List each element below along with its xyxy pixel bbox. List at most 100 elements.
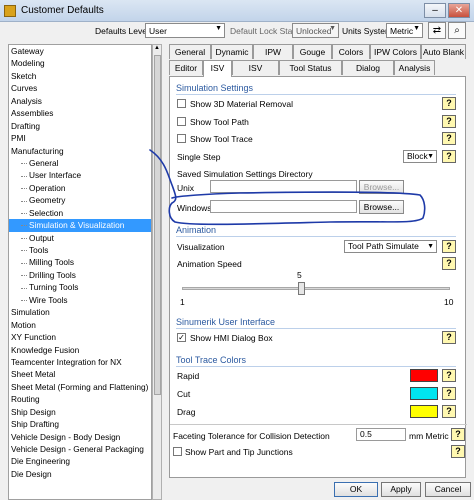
tree-item[interactable]: Operation — [9, 182, 151, 194]
help-icon[interactable]: ? — [451, 445, 465, 458]
help-icon[interactable]: ? — [442, 387, 456, 400]
section-divider — [170, 424, 467, 425]
help-icon[interactable]: ? — [442, 97, 456, 110]
help-icon[interactable]: ? — [442, 115, 456, 128]
close-button[interactable]: ✕ — [448, 3, 470, 18]
tree-item[interactable]: Milling Tools — [9, 256, 151, 268]
tree-item[interactable]: Die Design — [9, 468, 151, 480]
help-icon[interactable]: ? — [442, 150, 456, 163]
tree-item[interactable]: Geometry — [9, 194, 151, 206]
tab-colors[interactable]: Colors — [332, 44, 370, 59]
help-icon[interactable]: ? — [442, 132, 456, 145]
animation-speed-slider-thumb[interactable] — [297, 282, 305, 295]
windows-browse-button[interactable]: Browse... — [359, 200, 404, 214]
unix-path-field[interactable] — [210, 180, 357, 193]
unix-browse-button[interactable]: Browse... — [359, 180, 404, 194]
tree-item[interactable]: XY Function — [9, 331, 151, 343]
animation-speed-slider-track[interactable] — [182, 287, 450, 290]
tab-ipw-colors[interactable]: IPW Colors — [370, 44, 421, 59]
cut-color-swatch[interactable] — [410, 387, 438, 400]
tree-item[interactable]: Curves — [9, 82, 151, 94]
tree-item[interactable]: Manufacturing — [9, 145, 151, 157]
show-tool-path-checkbox[interactable] — [177, 117, 186, 126]
defaults-level-select[interactable]: User ▼ — [145, 23, 225, 38]
import-export-icon[interactable]: ⇄ — [428, 22, 446, 39]
tab-auto-blank[interactable]: Auto Blank — [421, 44, 466, 59]
tree-item[interactable]: Turning Tools — [9, 281, 151, 293]
tree-item[interactable]: Modeling — [9, 57, 151, 69]
visualization-select[interactable]: Tool Path Simulate ▼ — [344, 240, 437, 253]
isv-panel: Simulation Settings Show 3D Material Rem… — [169, 76, 467, 478]
defaults-level-value: User — [149, 26, 167, 36]
single-step-select[interactable]: Block ▼ — [403, 150, 437, 163]
faceting-tolerance-field[interactable]: 0.5 — [356, 428, 406, 441]
tree-item[interactable]: Simulation & Visualization — [9, 219, 151, 232]
tree-item[interactable]: Sketch — [9, 70, 151, 82]
tree-item[interactable]: Ship Drafting — [9, 418, 151, 430]
find-icon[interactable]: ⌕ — [448, 22, 466, 39]
saved-dir-label: Saved Simulation Settings Directory — [177, 169, 313, 179]
section-divider — [176, 94, 456, 95]
help-icon[interactable]: ? — [442, 240, 456, 253]
windows-path-field[interactable] — [210, 200, 357, 213]
help-icon[interactable]: ? — [442, 369, 456, 382]
tree-item[interactable]: Vehicle Design - Body Design — [9, 431, 151, 443]
tree-item[interactable]: Wire Tools — [9, 294, 151, 306]
tree-item[interactable]: Die Engineering — [9, 455, 151, 467]
drag-color-swatch[interactable] — [410, 405, 438, 418]
tree-scrollbar[interactable]: ▲ — [152, 44, 162, 500]
defaults-level-label: Defaults Level — [95, 26, 149, 36]
tab-ipw[interactable]: IPW — [253, 44, 293, 59]
tree-item[interactable]: Analysis — [9, 95, 151, 107]
show-part-tip-checkbox[interactable] — [173, 447, 182, 456]
tree-item[interactable]: General — [9, 157, 151, 169]
minimize-button[interactable]: – — [424, 3, 446, 18]
tree-item[interactable]: Knowledge Fusion — [9, 344, 151, 356]
tree-item[interactable]: Sheet Metal (Forming and Flattening) — [9, 381, 151, 393]
tree-item[interactable]: Simulation — [9, 306, 151, 318]
tree-item[interactable]: Motion — [9, 319, 151, 331]
tab-dialog-boxes[interactable]: Dialog Boxes — [342, 60, 394, 87]
tab-gouge[interactable]: Gouge — [293, 44, 332, 59]
tree-item[interactable]: Selection — [9, 207, 151, 219]
apply-button[interactable]: Apply — [381, 482, 421, 497]
lock-state-select[interactable]: Unlocked ▼ — [292, 23, 339, 38]
tree-item[interactable]: Drafting — [9, 120, 151, 132]
tab-isv[interactable]: ISV — [203, 60, 232, 77]
tree-item[interactable]: Routing — [9, 393, 151, 405]
tree-item[interactable]: PMI — [9, 132, 151, 144]
tree-item[interactable]: Ship Design — [9, 406, 151, 418]
tree-item[interactable]: Sheet Metal — [9, 368, 151, 380]
tree-item[interactable]: Vehicle Design - General Packaging — [9, 443, 151, 455]
tree-item[interactable]: Gateway — [9, 45, 151, 57]
units-system-select[interactable]: Metric ▼ — [386, 23, 423, 38]
help-icon[interactable]: ? — [451, 428, 465, 441]
tree-item[interactable]: Tools — [9, 244, 151, 256]
help-icon[interactable]: ? — [442, 331, 456, 344]
section-divider — [176, 236, 456, 237]
show-tool-trace-checkbox[interactable] — [177, 134, 186, 143]
tree-item[interactable]: Assemblies — [9, 107, 151, 119]
help-icon[interactable]: ? — [442, 257, 456, 270]
tab-analysis[interactable]: Analysis — [394, 60, 435, 75]
show-3d-removal-checkbox[interactable] — [177, 99, 186, 108]
defaults-toolbar: Defaults Level User ▼ Default Lock State… — [0, 22, 474, 40]
tabs-row-top: General Dynamic IPW Gouge Colors IPW Colors Au… — [169, 44, 466, 59]
tab-tool-status-display[interactable]: Tool Status Display — [279, 60, 342, 87]
scroll-up-icon[interactable]: ▲ — [153, 45, 161, 54]
tab-general[interactable]: General — [169, 44, 211, 59]
tree-item[interactable]: Output — [9, 232, 151, 244]
tree-item[interactable]: Drilling Tools — [9, 269, 151, 281]
tab-editor[interactable]: Editor — [169, 60, 203, 75]
help-icon[interactable]: ? — [442, 405, 456, 418]
cancel-button[interactable]: Cancel — [425, 482, 471, 497]
show-hmi-checkbox[interactable]: ✓ — [177, 333, 186, 342]
rapid-color-swatch[interactable] — [410, 369, 438, 382]
tab-isv-options[interactable]: ISV Options — [232, 60, 279, 87]
show-tool-trace-label: Show Tool Trace — [190, 134, 253, 144]
scrollbar-thumb[interactable] — [154, 55, 161, 395]
tree-item[interactable]: User Interface — [9, 169, 151, 181]
tree-item[interactable]: Teamcenter Integration for NX — [9, 356, 151, 368]
tab-dynamic[interactable]: Dynamic — [211, 44, 253, 59]
ok-button[interactable]: OK — [334, 482, 378, 497]
